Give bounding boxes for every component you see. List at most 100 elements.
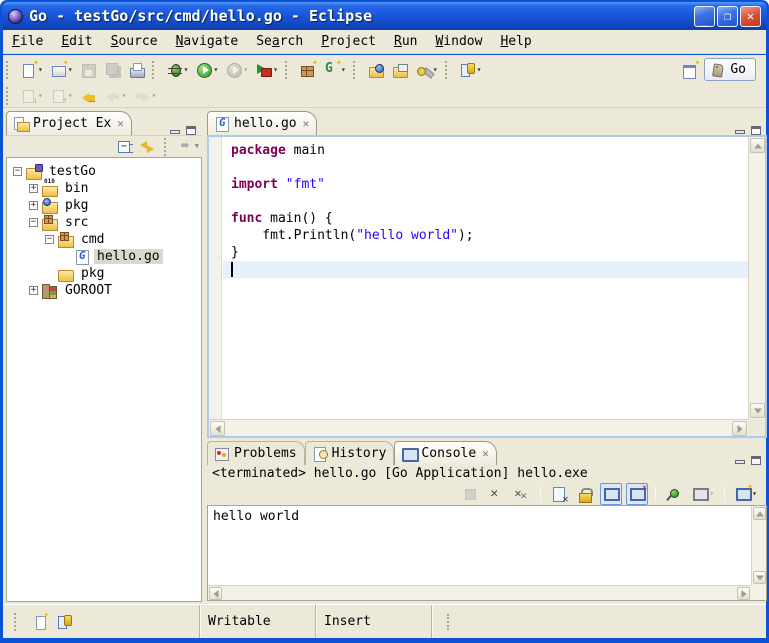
close-button[interactable]: ✕ (740, 6, 761, 27)
expand-icon[interactable]: + (29, 286, 38, 295)
maximize-editor-button[interactable] (751, 126, 761, 135)
new-wizard-button[interactable]: ▾ (18, 59, 46, 81)
search-button[interactable]: ▾ (413, 59, 441, 81)
menu-run[interactable]: Run (385, 30, 426, 53)
synchronize-button[interactable]: ▾ (457, 59, 485, 81)
scroll-right-button[interactable] (732, 421, 747, 436)
menu-search[interactable]: Search (247, 30, 312, 53)
minimize-view-button[interactable] (170, 130, 180, 134)
tree-item-bin[interactable]: +bin (7, 180, 201, 197)
expand-icon[interactable]: + (29, 184, 38, 193)
pin-console-button[interactable] (663, 483, 685, 505)
code-text[interactable]: package mainimport "fmt"func main() { fm… (223, 137, 748, 419)
collapse-icon[interactable]: − (13, 167, 22, 176)
open-console-button[interactable]: ▾ (732, 483, 760, 505)
editor-horizontal-scrollbar[interactable] (209, 419, 748, 436)
menu-edit[interactable]: Edit (52, 30, 101, 53)
tree-item-goroot[interactable]: +GOROOT (7, 282, 201, 299)
dropdown-arrow-icon[interactable]: ▾ (273, 65, 278, 74)
show-stdout-button[interactable] (600, 483, 622, 505)
minimize-button[interactable]: _ (694, 6, 715, 27)
dropdown-arrow-icon[interactable]: ▾ (709, 489, 714, 498)
save-all-button[interactable] (102, 59, 124, 81)
expand-icon[interactable]: + (29, 201, 38, 210)
titlebar[interactable]: Go - testGo/src/cmd/hello.go - Eclipse _… (2, 2, 767, 30)
menu-help[interactable]: Help (491, 30, 540, 53)
code-editor[interactable]: package mainimport "fmt"func main() { fm… (207, 135, 767, 438)
maximize-console-button[interactable] (751, 456, 761, 465)
collapse-all-button[interactable] (117, 139, 133, 155)
scroll-down-button[interactable] (753, 571, 766, 584)
new-go-element-button[interactable]: ▾ (321, 59, 349, 81)
open-resource-button[interactable] (389, 59, 411, 81)
back-button[interactable]: ▾ (102, 85, 130, 107)
external-tools-button[interactable]: ▾ (253, 59, 281, 81)
tab-history[interactable]: History (305, 441, 395, 465)
scroll-down-button[interactable] (750, 403, 765, 418)
tree-item-hello-go[interactable]: hello.go (7, 248, 201, 265)
view-menu-button[interactable] (181, 139, 197, 155)
close-view-icon[interactable]: ✕ (117, 117, 124, 130)
next-annotation-button[interactable]: ▾ (18, 85, 46, 107)
tree-item-testgo[interactable]: −testGo (7, 163, 201, 180)
tab-problems[interactable]: Problems (207, 441, 305, 465)
minimize-console-button[interactable] (735, 460, 745, 464)
collapse-icon[interactable]: − (45, 235, 54, 244)
save-button[interactable] (78, 59, 100, 81)
previous-annotation-button[interactable]: ▾ (48, 85, 76, 107)
dropdown-arrow-icon[interactable]: ▾ (213, 65, 218, 74)
project-tree[interactable]: −testGo+bin+pkg−src−cmdhello.gopkg+GOROO… (6, 157, 202, 602)
annotation-ruler[interactable] (209, 137, 222, 419)
collapse-icon[interactable]: − (29, 218, 38, 227)
dropdown-arrow-icon[interactable]: ▾ (477, 65, 482, 74)
dropdown-arrow-icon[interactable]: ▾ (68, 91, 73, 100)
console-horizontal-scrollbar[interactable] (208, 585, 751, 600)
print-button[interactable] (126, 59, 148, 81)
menu-file[interactable]: File (3, 30, 52, 53)
run-last-button[interactable]: ▾ (223, 59, 251, 81)
scroll-lock-button[interactable] (574, 483, 596, 505)
tab-hello-go[interactable]: hello.go ✕ (207, 111, 317, 135)
dropdown-arrow-icon[interactable]: ▾ (243, 65, 248, 74)
new-folder-button[interactable]: ▾ (48, 59, 76, 81)
display-selected-console-button[interactable]: ▾ (689, 483, 717, 505)
scroll-right-button[interactable] (737, 587, 750, 600)
tree-item-pkg[interactable]: pkg (7, 265, 201, 282)
show-stderr-button[interactable] (626, 483, 648, 505)
clear-console-button[interactable] (548, 483, 570, 505)
link-with-editor-button[interactable] (139, 139, 155, 155)
menu-window[interactable]: Window (426, 30, 491, 53)
fast-view-button[interactable] (33, 614, 49, 630)
debug-button[interactable]: ▾ (164, 59, 192, 81)
scroll-up-button[interactable] (750, 138, 765, 153)
last-edit-location-button[interactable] (78, 85, 100, 107)
close-view-icon[interactable]: ✕ (482, 447, 489, 460)
tab-project-explorer[interactable]: Project Ex ✕ (6, 111, 132, 135)
go-perspective-button[interactable]: Go (704, 58, 756, 81)
tree-item-src[interactable]: −src (7, 214, 201, 231)
menu-project[interactable]: Project (312, 30, 385, 53)
minimize-editor-button[interactable] (735, 130, 745, 134)
tree-item-cmd[interactable]: −cmd (7, 231, 201, 248)
tree-item-pkg[interactable]: +pkg (7, 197, 201, 214)
menu-source[interactable]: Source (102, 30, 167, 53)
scroll-left-button[interactable] (210, 421, 225, 436)
open-perspective-button[interactable] (682, 62, 698, 78)
editor-vertical-scrollbar[interactable] (748, 137, 765, 419)
new-go-package-button[interactable] (297, 59, 319, 81)
scroll-up-button[interactable] (753, 507, 766, 520)
run-button[interactable]: ▾ (193, 59, 221, 81)
remove-all-terminated-button[interactable] (511, 483, 533, 505)
forward-button[interactable]: ▾ (131, 85, 159, 107)
tab-console[interactable]: Console✕ (394, 441, 496, 465)
sync-status-icon[interactable] (57, 614, 73, 630)
import-go-project-button[interactable] (365, 59, 387, 81)
console-output-area[interactable]: hello world (207, 505, 767, 601)
remove-launch-button[interactable] (485, 483, 507, 505)
dropdown-arrow-icon[interactable]: ▾ (184, 65, 189, 74)
dropdown-arrow-icon[interactable]: ▾ (151, 91, 156, 100)
menu-navigate[interactable]: Navigate (167, 30, 248, 53)
console-vertical-scrollbar[interactable] (751, 506, 766, 585)
maximize-button[interactable]: ❐ (717, 6, 738, 27)
dropdown-arrow-icon[interactable]: ▾ (122, 91, 127, 100)
